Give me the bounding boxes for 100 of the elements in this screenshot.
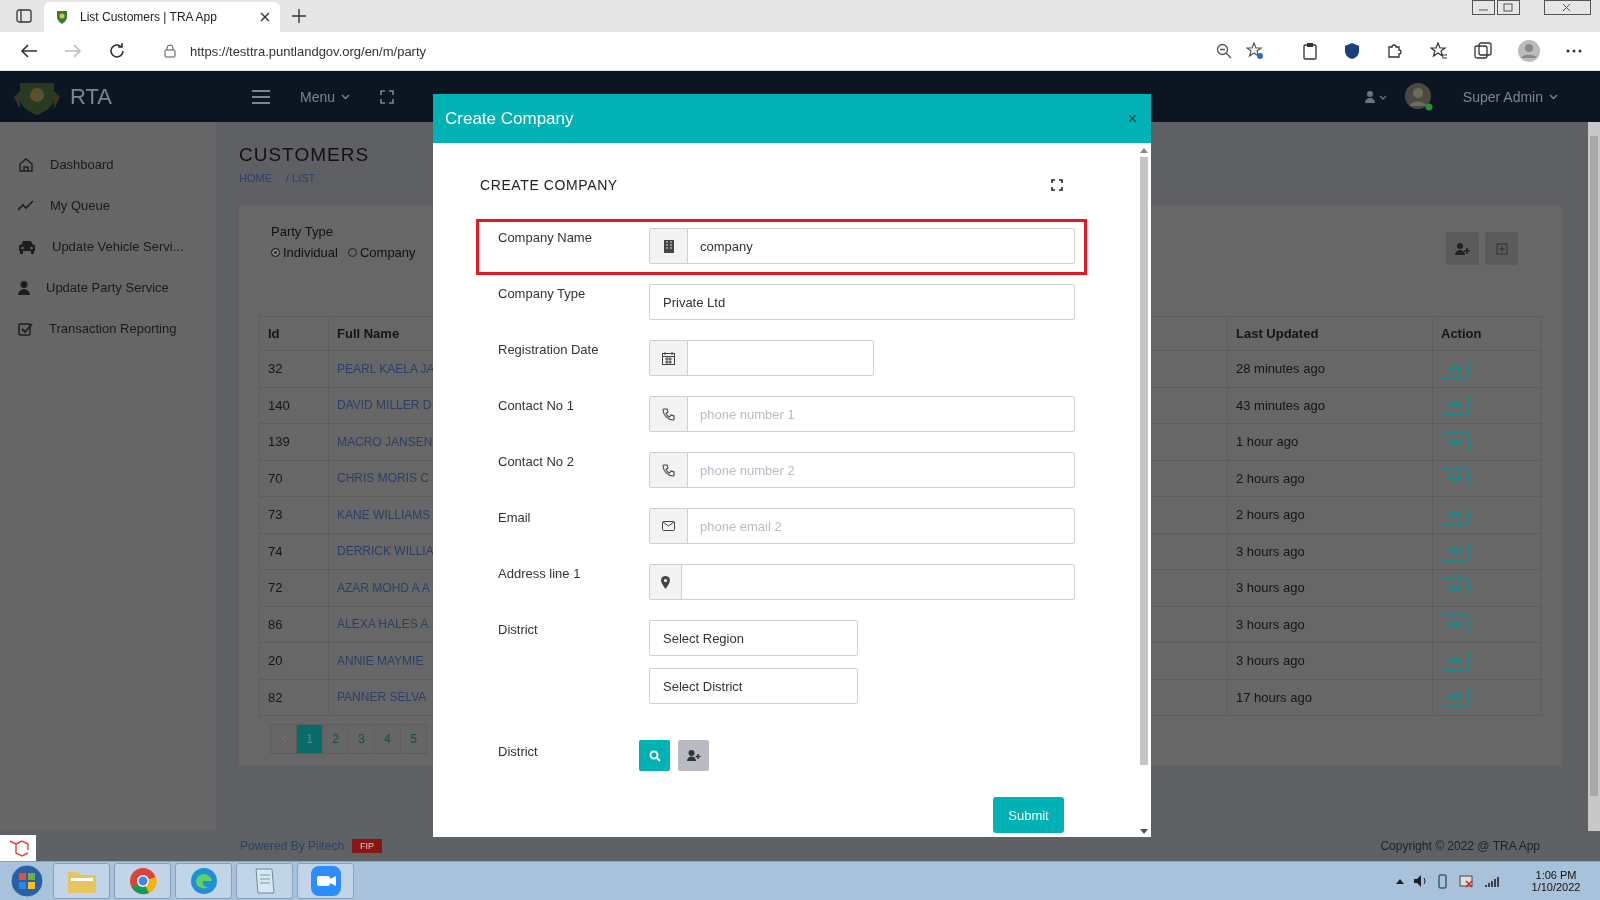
sidebar-item[interactable]: Dashboard — [0, 144, 216, 185]
table-cell: 43 minutes ago — [1227, 387, 1432, 423]
customer-link[interactable]: DAVID MILLER D — [337, 398, 432, 413]
profile-icon[interactable] — [1518, 40, 1540, 62]
page-button[interactable]: 4 — [374, 724, 401, 754]
customer-link[interactable]: AZAR MOHD A A — [337, 580, 430, 595]
table-cell-text: 20 — [267, 652, 284, 671]
calendar-icon — [662, 351, 675, 365]
search-icon — [648, 749, 661, 762]
building-icon — [663, 239, 674, 253]
more-icon[interactable] — [1566, 49, 1582, 53]
scrollbar[interactable] — [1588, 122, 1600, 831]
taskbar-app[interactable] — [236, 863, 293, 899]
customer-link[interactable]: ALEXA HALES A — [337, 617, 429, 632]
zoom-out-icon[interactable] — [1216, 43, 1232, 59]
shield-icon[interactable] — [1344, 42, 1360, 60]
back-icon[interactable] — [20, 43, 38, 59]
puzzle-icon[interactable] — [1386, 42, 1404, 60]
collections-icon[interactable] — [1474, 42, 1492, 60]
page-button[interactable]: 2 — [322, 724, 349, 754]
forward-icon[interactable] — [64, 43, 82, 59]
person-icon — [18, 280, 30, 295]
field-label: Address line 1 — [498, 565, 582, 581]
input-field[interactable]: Private Ltd — [649, 284, 1075, 320]
sidebar-item[interactable]: My Queue — [0, 185, 216, 226]
page-button[interactable]: 1 — [296, 724, 323, 754]
window-controls-icon[interactable] — [1472, 0, 1592, 16]
star-add-icon[interactable] — [1246, 42, 1264, 60]
customer-link[interactable]: KANE WILLIAMS — [337, 507, 431, 522]
radio-option[interactable]: Company — [347, 245, 416, 260]
customer-link[interactable]: ANNIE MAYMIE — [337, 653, 424, 668]
crest-icon — [54, 9, 70, 25]
car-icon — [18, 239, 36, 254]
field-label: District — [498, 621, 539, 637]
new-tab-icon[interactable] — [292, 9, 306, 23]
input-field[interactable] — [649, 340, 874, 376]
customer-link[interactable]: DERRICK WILLIA — [337, 544, 434, 559]
user-icon[interactable] — [1364, 90, 1387, 103]
caret-icon — [1549, 93, 1558, 100]
add-user-button[interactable] — [678, 740, 709, 771]
table-cell-text: 70 — [267, 469, 284, 488]
tab-title: List Customers | TRA App — [80, 10, 218, 24]
clipboard-icon[interactable] — [1302, 42, 1318, 60]
filter-label: Party Type — [271, 224, 334, 239]
taskbar-app[interactable] — [297, 863, 354, 899]
close-button[interactable]: × — [1125, 109, 1139, 128]
menu-icon[interactable] — [252, 89, 270, 104]
input-field[interactable]: phone number 2 — [649, 452, 1075, 488]
table-cell-text: 139 — [267, 433, 291, 452]
field-label: District — [498, 743, 539, 759]
column-header: Last Updated — [1227, 317, 1432, 350]
add-user-icon — [686, 750, 701, 761]
table-cell-text: 74 — [267, 542, 284, 561]
sidebar-item[interactable]: Update Vehicle Servi... — [0, 226, 216, 267]
field-label: Contact No 1 — [498, 397, 575, 413]
taskbar-app[interactable] — [53, 863, 110, 899]
favorites-icon[interactable] — [1430, 42, 1448, 60]
phone-icon — [662, 463, 675, 477]
radio-option[interactable]: Individual — [271, 245, 338, 260]
customer-link[interactable]: PANNER SELVA — [337, 690, 427, 705]
table-cell: 3 hours ago — [1227, 643, 1432, 679]
reload-icon[interactable] — [108, 42, 126, 60]
table-cell-text: 140 — [267, 396, 291, 415]
envelope-icon — [662, 521, 675, 531]
page-button[interactable]: 3 — [348, 724, 375, 754]
table-cell-text: 72 — [267, 579, 284, 598]
search-button[interactable] — [639, 740, 670, 771]
avatar-icon[interactable] — [1404, 82, 1433, 111]
field-label: Company Name — [498, 229, 593, 245]
input-field[interactable] — [649, 564, 1075, 600]
table-cell: 17 hours ago — [1227, 679, 1432, 715]
input-field[interactable]: phone number 1 — [649, 396, 1075, 432]
customer-link[interactable]: MACRO JANSEN — [337, 434, 433, 449]
chrome-icon — [128, 867, 157, 895]
tab-list-icon[interactable] — [16, 9, 32, 23]
company-badge: FIP — [352, 839, 383, 853]
taskbar-app[interactable] — [114, 863, 171, 899]
radio-button[interactable] — [271, 248, 280, 257]
table-cell: 3 hours ago — [1227, 606, 1432, 642]
close-icon[interactable] — [260, 12, 270, 22]
taskbar-app[interactable] — [175, 863, 232, 899]
sidebar-item[interactable]: Transaction Reporting — [0, 308, 216, 349]
select-field[interactable]: Select Region — [649, 620, 858, 656]
modal-title: Create Company — [445, 108, 575, 129]
scroll-up-icon[interactable] — [1140, 147, 1148, 153]
submit-button[interactable]: Submit — [993, 797, 1064, 833]
customer-link[interactable]: CHRIS MORIS C — [337, 471, 429, 486]
input-field[interactable]: phone email 2 — [649, 508, 1075, 544]
table-cell: 1 hour ago — [1227, 424, 1432, 460]
menu-dropdown[interactable]: Menu — [288, 88, 363, 105]
fullscreen-icon[interactable] — [1051, 179, 1063, 191]
sidebar-item[interactable]: Update Party Service — [0, 267, 216, 308]
browser-tab[interactable]: List Customers | TRA App — [44, 2, 280, 32]
table-cell: 2 hours ago — [1227, 460, 1432, 496]
select-field[interactable]: Select District — [649, 668, 858, 704]
page-button[interactable]: 5 — [400, 724, 427, 754]
user-menu[interactable]: Super Admin — [1450, 88, 1570, 105]
page-title: CUSTOMERS — [239, 144, 370, 166]
scroll-down-icon[interactable] — [1140, 829, 1148, 835]
input-field[interactable]: company — [649, 228, 1075, 264]
